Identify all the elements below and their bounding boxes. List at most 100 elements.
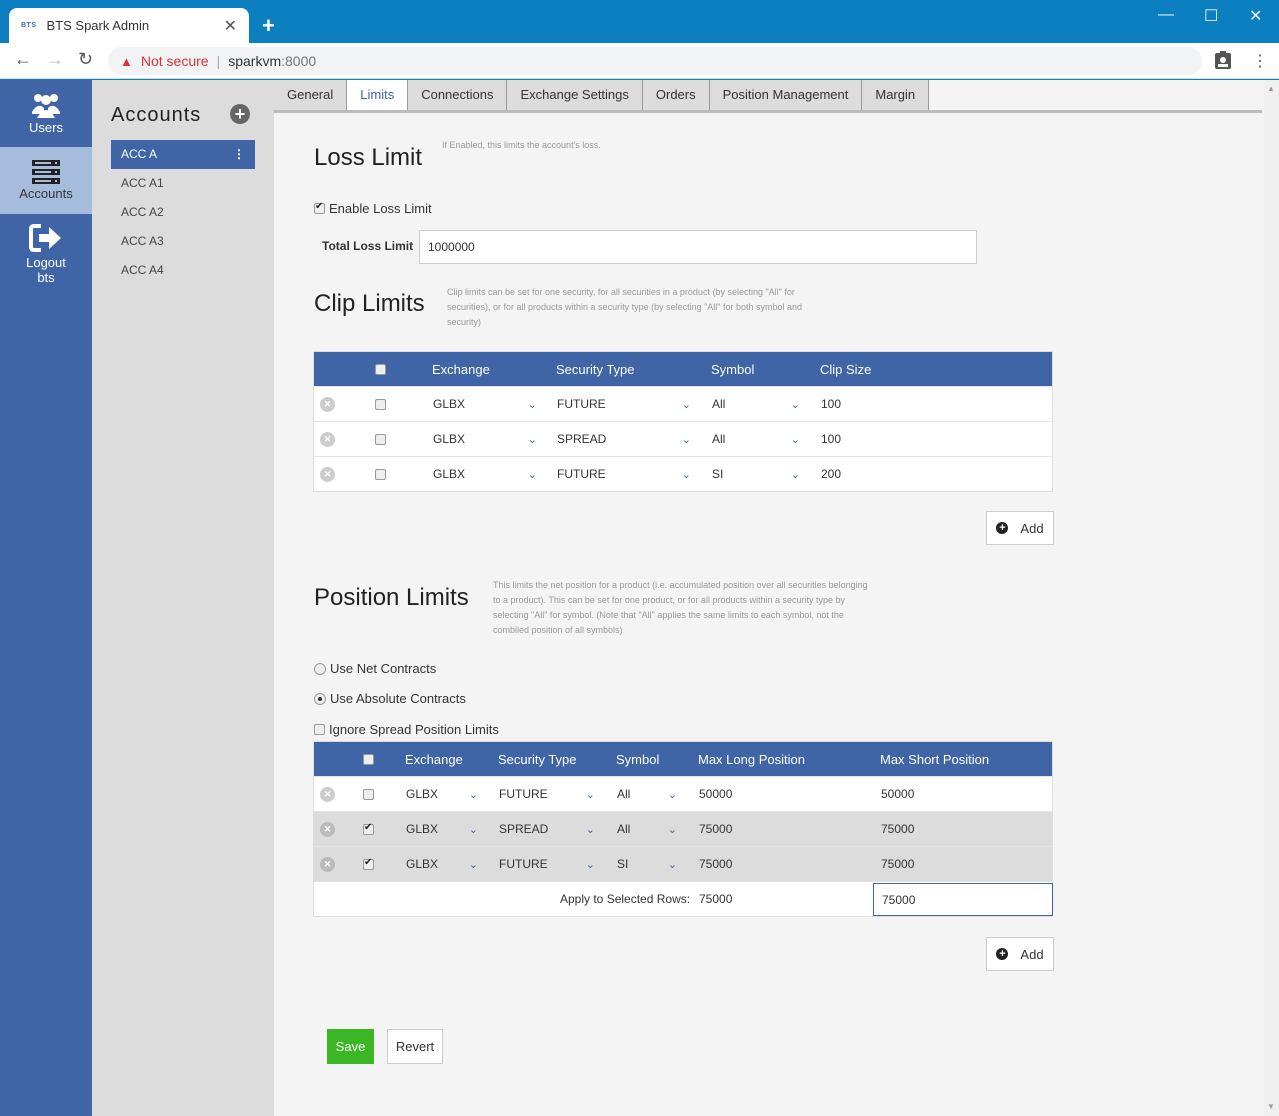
chevron-down-icon[interactable]: ⌄ (668, 823, 677, 836)
symbol-select[interactable]: SI ⌄ (712, 457, 800, 491)
remove-row-icon[interactable]: ✕ (320, 431, 335, 447)
exchange-select[interactable]: GLBX ⌄ (433, 422, 537, 456)
remove-row-icon[interactable]: ✕ (320, 856, 335, 872)
minimize-icon[interactable]: — (1158, 6, 1174, 24)
chevron-down-icon[interactable]: ⌄ (668, 788, 677, 801)
reload-icon[interactable]: ↻ (78, 49, 93, 70)
remove-row-icon[interactable]: ✕ (320, 466, 335, 482)
back-icon[interactable]: ← (14, 49, 32, 70)
ignore-spread-checkbox[interactable]: Ignore Spread Position Limits (314, 722, 499, 737)
tab-limits[interactable]: Limits (347, 80, 409, 110)
security-type-select[interactable]: FUTURE ⌄ (557, 387, 691, 421)
chevron-down-icon[interactable]: ⌄ (682, 433, 691, 446)
use-absolute-contracts-radio[interactable]: Use Absolute Contracts (314, 691, 466, 706)
security-type-select[interactable]: SPREAD ⌄ (499, 812, 595, 846)
add-position-limit-button[interactable]: + Add (986, 937, 1054, 971)
checkbox[interactable] (314, 724, 325, 735)
exchange-select[interactable]: GLBX ⌄ (433, 387, 537, 421)
new-tab-button[interactable]: + (262, 13, 275, 39)
security-type-select[interactable]: FUTURE ⌄ (499, 777, 595, 811)
tab-exchange-settings[interactable]: Exchange Settings (507, 80, 643, 110)
row-checkbox[interactable] (363, 822, 374, 835)
url-input[interactable]: ▲ Not secure | sparkvm :8000 (108, 47, 1202, 75)
security-type-select[interactable]: FUTURE ⌄ (557, 457, 691, 491)
exchange-select[interactable]: GLBX ⌄ (433, 457, 537, 491)
row-checkbox[interactable] (375, 398, 386, 410)
chevron-down-icon[interactable]: ⌄ (791, 398, 800, 411)
apply-long-input[interactable]: 75000 (699, 882, 732, 916)
max-long-input[interactable]: 75000 (699, 812, 732, 846)
account-item[interactable]: ACC A2 (111, 198, 255, 227)
chevron-down-icon[interactable]: ⌄ (791, 468, 800, 481)
enable-loss-limit-checkbox[interactable]: Enable Loss Limit (314, 201, 432, 216)
apply-short-input[interactable]: 75000 (873, 883, 1053, 916)
chevron-down-icon[interactable]: ⌄ (586, 788, 595, 801)
chevron-down-icon[interactable]: ⌄ (586, 858, 595, 871)
maximize-icon[interactable]: ☐ (1204, 6, 1218, 26)
select-all-checkbox[interactable] (375, 352, 386, 386)
exchange-select[interactable]: GLBX ⌄ (406, 777, 478, 811)
tab-position-management[interactable]: Position Management (709, 80, 863, 110)
chevron-down-icon[interactable]: ⌄ (682, 468, 691, 481)
row-checkbox[interactable] (363, 857, 374, 870)
symbol-select[interactable]: All ⌄ (712, 422, 800, 456)
chevron-down-icon[interactable]: ⌄ (586, 823, 595, 836)
max-short-input[interactable]: 75000 (881, 847, 914, 881)
remove-row-icon[interactable]: ✕ (320, 786, 335, 802)
close-tab-icon[interactable]: ✕ (224, 16, 237, 36)
add-clip-limit-button[interactable]: + Add (986, 511, 1054, 545)
checkbox[interactable] (375, 363, 386, 375)
chevron-down-icon[interactable]: ⌄ (528, 433, 537, 446)
radio[interactable] (314, 692, 326, 705)
max-long-input[interactable]: 50000 (699, 777, 732, 811)
scroll-up-icon[interactable]: ▲ (1267, 84, 1275, 93)
max-short-input[interactable]: 50000 (881, 777, 914, 811)
chevron-down-icon[interactable]: ⌄ (469, 858, 478, 871)
tab-orders[interactable]: Orders (642, 80, 710, 110)
max-long-input[interactable]: 75000 (699, 847, 732, 881)
nav-users[interactable]: Users (0, 80, 92, 147)
chevron-down-icon[interactable]: ⌄ (668, 858, 677, 871)
symbol-select[interactable]: All ⌄ (712, 387, 800, 421)
nav-accounts[interactable]: Accounts (0, 147, 92, 214)
account-item[interactable]: ACC A1 (111, 169, 255, 198)
chevron-down-icon[interactable]: ⌄ (469, 788, 478, 801)
remove-row-icon[interactable]: ✕ (320, 396, 335, 412)
exchange-select[interactable]: GLBX ⌄ (406, 847, 478, 881)
security-type-select[interactable]: FUTURE ⌄ (499, 847, 595, 881)
chevron-down-icon[interactable]: ⌄ (528, 468, 537, 481)
chevron-down-icon[interactable]: ⌄ (682, 398, 691, 411)
account-item[interactable]: ACC A ⋮ (111, 140, 255, 169)
symbol-select[interactable]: All ⌄ (617, 777, 677, 811)
max-short-input[interactable]: 75000 (881, 812, 914, 846)
tab-margin[interactable]: Margin (862, 80, 930, 110)
radio[interactable] (314, 662, 326, 675)
clip-size-input[interactable]: 100 (821, 422, 841, 456)
symbol-select[interactable]: All ⌄ (617, 812, 677, 846)
total-loss-limit-input[interactable]: 1000000 (419, 230, 977, 264)
tab-connections[interactable]: Connections (408, 80, 508, 110)
account-item[interactable]: ACC A4 (111, 256, 255, 285)
row-checkbox[interactable] (363, 788, 374, 800)
checkbox[interactable] (363, 753, 374, 765)
scrollbar[interactable]: ▲ ▼ (1264, 80, 1279, 1116)
tab-general[interactable]: General (274, 80, 348, 110)
forward-icon[interactable]: → (46, 49, 64, 70)
select-all-checkbox[interactable] (363, 742, 374, 776)
chevron-down-icon[interactable]: ⌄ (469, 823, 478, 836)
use-net-contracts-radio[interactable]: Use Net Contracts (314, 661, 436, 676)
row-checkbox[interactable] (375, 468, 386, 480)
save-button[interactable]: Save (327, 1029, 374, 1064)
account-menu-icon[interactable]: ⋮ (233, 140, 245, 169)
chevron-down-icon[interactable]: ⌄ (791, 433, 800, 446)
clip-size-input[interactable]: 200 (821, 457, 841, 491)
menu-kebab-icon[interactable]: ⋮ (1252, 51, 1268, 71)
revert-button[interactable]: Revert (387, 1029, 443, 1064)
security-type-select[interactable]: SPREAD ⌄ (557, 422, 691, 456)
account-item[interactable]: ACC A3 (111, 227, 255, 256)
remove-row-icon[interactable]: ✕ (320, 821, 335, 837)
close-window-icon[interactable]: ✕ (1249, 6, 1262, 26)
row-checkbox[interactable] (375, 433, 386, 445)
exchange-select[interactable]: GLBX ⌄ (406, 812, 478, 846)
browser-tab[interactable]: BTS BTS Spark Admin ✕ (9, 8, 249, 43)
